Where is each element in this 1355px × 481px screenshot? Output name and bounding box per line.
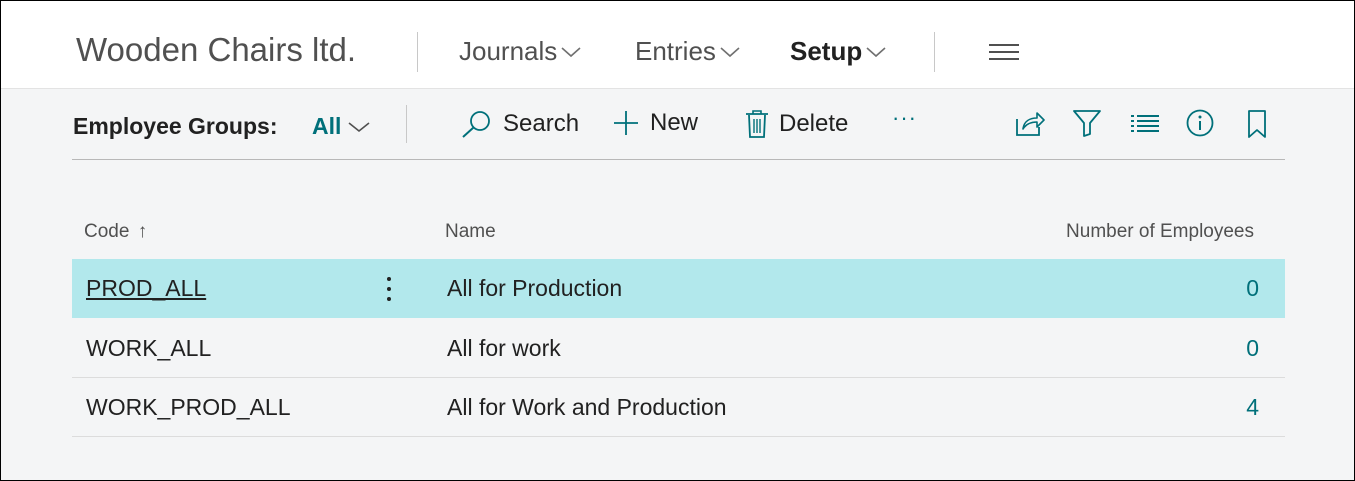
chevron-down-icon	[348, 121, 370, 132]
company-name[interactable]: Wooden Chairs ltd.	[76, 31, 356, 69]
divider	[934, 32, 935, 72]
nav-entries[interactable]: Entries	[635, 36, 741, 67]
cell-name: All for Work and Production	[447, 394, 727, 420]
divider	[406, 105, 407, 143]
cell-name: All for Production	[447, 275, 623, 301]
column-header-name[interactable]: Name	[445, 221, 496, 243]
nav-journals-label: Journals	[459, 36, 558, 66]
app-window: Wooden Chairs ltd. Journals Entries Setu…	[0, 0, 1355, 481]
nav-setup[interactable]: Setup	[790, 36, 887, 67]
cell-name: All for work	[447, 335, 561, 361]
trash-icon	[746, 110, 768, 138]
cell-number-of-employees[interactable]: 0	[1246, 335, 1259, 362]
cell-number-of-employees[interactable]: 4	[1246, 394, 1259, 421]
plus-icon	[614, 111, 638, 135]
chevron-down-icon	[720, 46, 740, 57]
list-view-icon[interactable]	[1131, 114, 1159, 134]
search-icon	[462, 111, 490, 138]
toolbar-divider	[72, 159, 1285, 160]
table-row[interactable]: WORK_PROD_ALL All for Work and Productio…	[72, 378, 1285, 437]
nav-entries-label: Entries	[635, 36, 716, 66]
column-header-code[interactable]: Code ↑	[84, 221, 147, 243]
top-app-bar: Wooden Chairs ltd. Journals Entries Setu…	[1, 1, 1354, 89]
hamburger-icon[interactable]	[989, 43, 1019, 61]
column-header-number-of-employees[interactable]: Number of Employees	[1066, 221, 1254, 243]
bookmark-icon[interactable]	[1247, 109, 1267, 139]
chevron-down-icon	[866, 46, 886, 57]
cell-code[interactable]: WORK_ALL	[86, 335, 211, 362]
divider	[417, 32, 418, 72]
nav-journals[interactable]: Journals	[459, 36, 582, 67]
cell-code[interactable]: WORK_PROD_ALL	[86, 394, 291, 421]
cell-number-of-employees[interactable]: 0	[1246, 275, 1259, 302]
page-title: Employee Groups:	[73, 113, 278, 139]
more-actions-button[interactable]: ···	[892, 105, 917, 131]
more-actions-label: ···	[892, 105, 917, 130]
chevron-down-icon	[561, 46, 581, 57]
search-button[interactable]: Search	[461, 109, 579, 139]
row-actions-icon[interactable]	[385, 275, 393, 303]
new-button[interactable]: New	[612, 109, 698, 137]
sort-ascending-icon: ↑	[137, 221, 148, 242]
filter-icon[interactable]	[1073, 109, 1101, 137]
table-row[interactable]: WORK_ALL All for work 0	[72, 319, 1285, 378]
share-icon[interactable]	[1015, 109, 1045, 137]
info-icon[interactable]	[1186, 109, 1214, 137]
delete-label: Delete	[779, 110, 849, 137]
filter-view-label: All	[312, 113, 342, 139]
table-row[interactable]: PROD_ALL All for Production 0	[72, 259, 1285, 318]
column-header-code-label: Code	[84, 221, 130, 242]
nav-setup-label: Setup	[790, 36, 863, 66]
delete-button[interactable]: Delete	[745, 109, 848, 139]
new-label: New	[650, 109, 699, 136]
filter-view-selector[interactable]: All	[312, 113, 371, 140]
cell-code[interactable]: PROD_ALL	[86, 275, 206, 302]
search-label: Search	[503, 110, 580, 137]
